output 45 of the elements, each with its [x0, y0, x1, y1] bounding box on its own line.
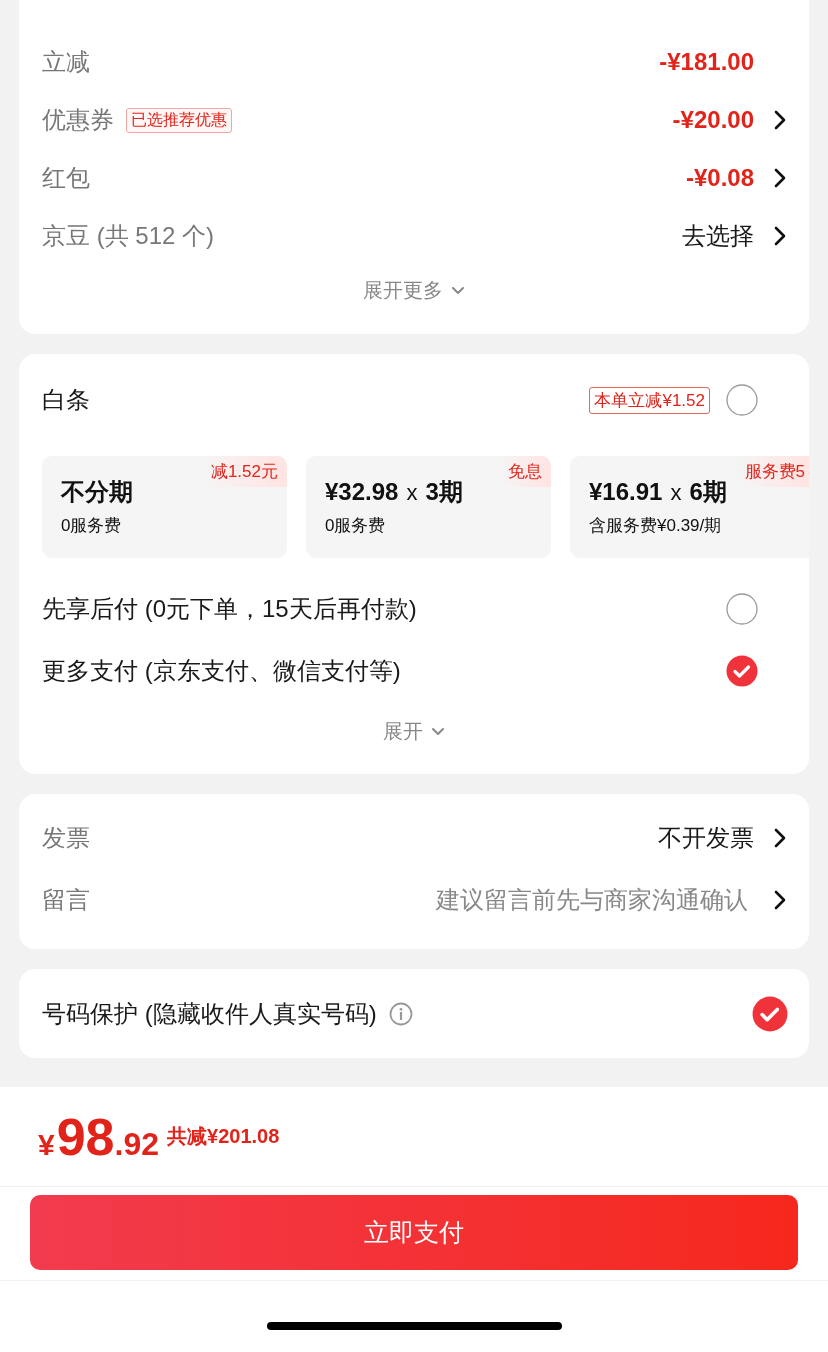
promo-tag: 本单立减¥1.52 — [589, 386, 710, 414]
plan-title: 不分期 — [61, 477, 133, 507]
plan-fee: 0服务费 — [61, 515, 123, 537]
chevron-down-icon — [431, 726, 445, 736]
plan-amount: ¥32.98 — [325, 478, 399, 506]
fee-label: 优惠券 — [42, 105, 114, 135]
baitiao-radio[interactable] — [726, 384, 758, 416]
field-label: 留言 — [42, 885, 90, 915]
protection-label: 号码保护 (隐藏收件人真实号码) — [42, 998, 377, 1029]
expand-link[interactable]: 展开 — [379, 711, 449, 751]
field-value[interactable]: 不开发票 — [658, 822, 754, 854]
coupon-tag: 已选推荐优惠 — [126, 107, 232, 133]
plan-multiplier: x — [670, 480, 682, 506]
plan-fee: 含服务费¥0.39/期 — [589, 515, 723, 537]
total-price: ¥98.92 — [38, 1106, 159, 1167]
discount-amount[interactable]: -¥0.08 — [685, 164, 754, 192]
payment-radio[interactable] — [726, 655, 758, 687]
installment-option[interactable]: 减1.52元 不分期 0服务费 — [42, 456, 287, 558]
installment-option[interactable]: 免息 ¥32.98 x 3期 0服务费 — [306, 456, 551, 558]
field-label: 发票 — [42, 823, 90, 853]
plan-term: 6期 — [689, 477, 727, 507]
payment-radio[interactable] — [726, 593, 758, 625]
protection-checkbox[interactable] — [752, 995, 788, 1032]
plan-fee: 0服务费 — [325, 515, 387, 537]
expand-more-link[interactable]: 展开更多 — [359, 270, 469, 310]
plan-amount: ¥16.91 — [589, 478, 663, 506]
chevron-down-icon — [451, 285, 465, 295]
fee-label: 立减 — [42, 47, 90, 77]
payment-option-label: 更多支付 (京东支付、微信支付等) — [42, 656, 401, 686]
discount-amount: -¥181.00 — [659, 48, 754, 76]
info-icon[interactable] — [388, 1001, 413, 1026]
pay-now-button[interactable]: 立即支付 — [30, 1195, 798, 1270]
payment-option-label: 先享后付 (0元下单，15天后再付款) — [42, 594, 417, 624]
installment-option[interactable]: 服务费5 ¥16.91 x 6期 含服务费¥0.39/期 — [570, 456, 809, 558]
message-field[interactable]: 建议留言前先与商家沟通确认 — [436, 884, 748, 916]
fee-value[interactable]: 去选择 — [682, 220, 754, 252]
plan-multiplier: x — [406, 480, 418, 506]
fee-label: 红包 — [42, 163, 90, 193]
fee-label: 京豆 (共 512 个) — [42, 221, 215, 251]
baitiao-label: 白条 — [42, 385, 90, 415]
discount-amount[interactable]: -¥20.00 — [672, 106, 754, 134]
chevron-right-icon — [774, 890, 786, 910]
total-saving: 共减¥201.08 — [167, 1124, 280, 1149]
chevron-right-icon — [774, 828, 786, 848]
plan-term: 3期 — [425, 477, 463, 507]
